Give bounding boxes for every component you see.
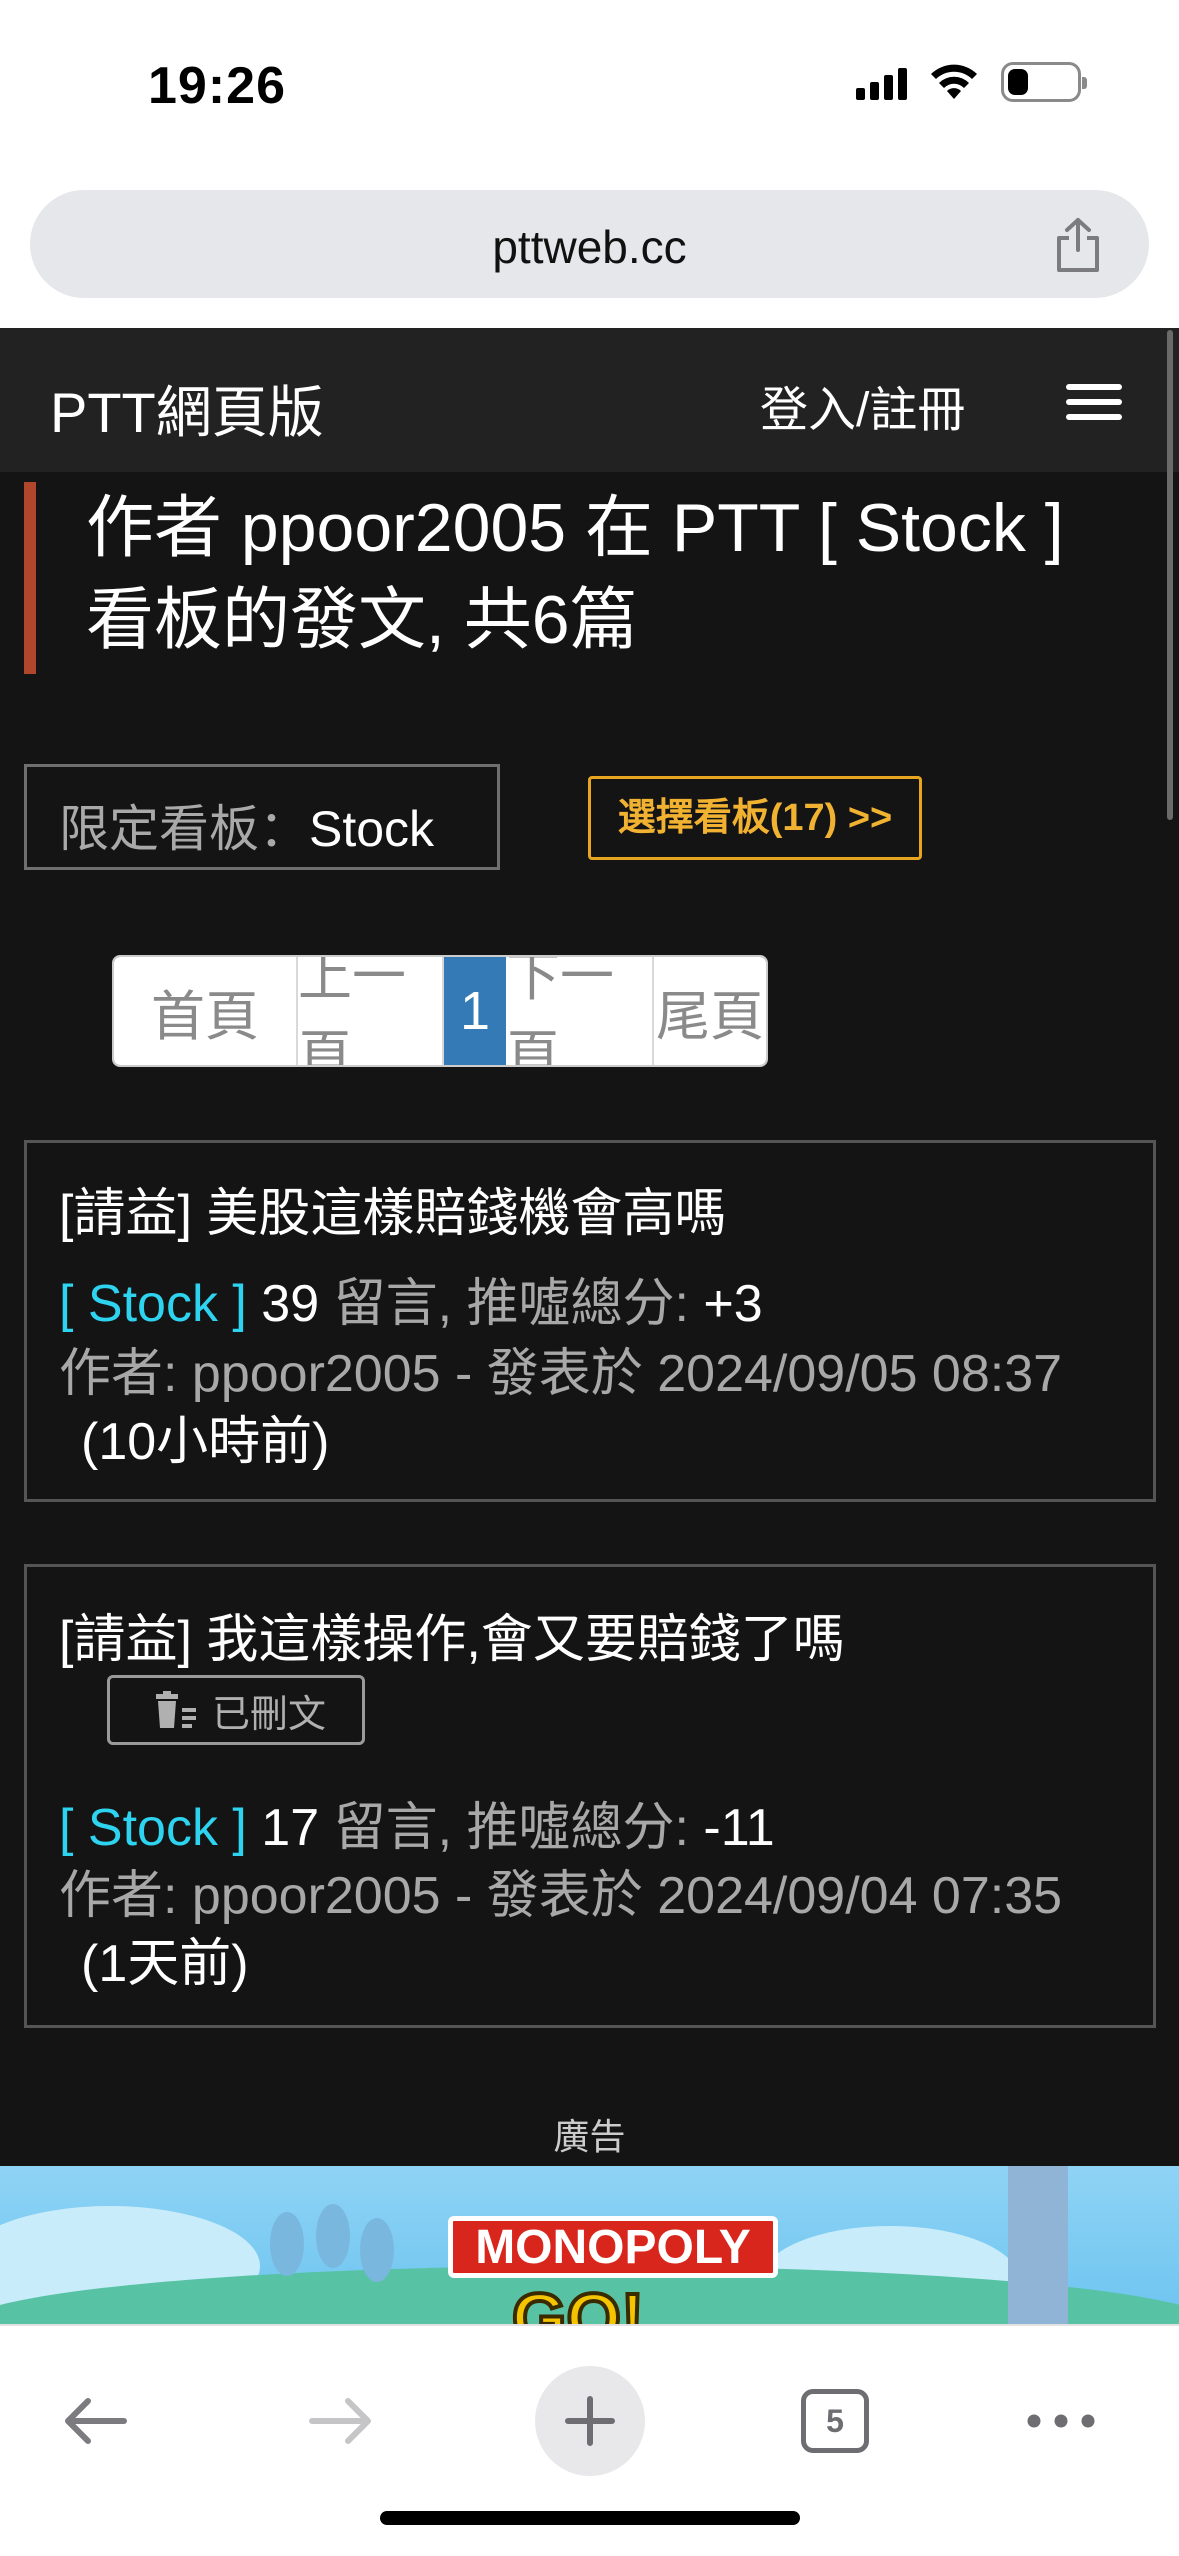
back-arrow-icon <box>65 2398 127 2444</box>
battery-level <box>1008 69 1028 95</box>
url-text: pttweb.cc <box>492 221 687 273</box>
board-tag[interactable]: [ Stock ] <box>59 1275 247 1333</box>
login-register-link[interactable]: 登入/註冊 <box>760 370 965 440</box>
last-page-button[interactable]: 尾頁 <box>654 957 766 1065</box>
post-author-line: 作者: ppoor2005 - 發表於 2024/09/04 07:35 <box>59 1867 1063 1925</box>
board-tag[interactable]: [ Stock ] <box>59 1799 247 1857</box>
ad-label: 廣告 <box>553 2116 626 2157</box>
prev-page-button[interactable]: 上一頁 <box>298 957 444 1065</box>
post-title[interactable]: [請益] 我這樣操作,會又要賠錢了嗎 <box>59 1597 845 1672</box>
post-stats-label: 留言, 推噓總分: <box>319 1275 704 1333</box>
ad-banner[interactable]: MONOPOLY GO! <box>0 2166 1179 2324</box>
ad-tree <box>360 2218 394 2282</box>
ad-pillar <box>1008 2166 1068 2324</box>
deleted-label: 已刪文 <box>212 1693 327 1736</box>
forward-arrow-icon <box>309 2398 371 2444</box>
more-icon <box>1027 2414 1095 2428</box>
address-bar-area: pttweb.cc <box>0 170 1179 328</box>
ad-logo: MONOPOLY <box>448 2216 778 2278</box>
post-card[interactable]: [請益] 美股這樣賠錢機會高嗎 [ Stock ] 39 留言, 推噓總分: +… <box>24 1140 1156 1502</box>
ad-logo-sub: GO! <box>510 2277 646 2324</box>
web-page: PTT網頁版 登入/註冊 作者 ppoor2005 在 PTT [ Stock … <box>0 328 1179 2324</box>
page-heading: 作者 ppoor2005 在 PTT [ Stock ] 看板的發文, 共6篇 <box>24 482 1144 674</box>
post-stats-label: 留言, 推噓總分: <box>319 1799 704 1857</box>
plus-icon <box>565 2396 615 2446</box>
new-tab-button[interactable] <box>535 2366 645 2476</box>
back-button[interactable] <box>40 2366 150 2476</box>
post-meta: [ Stock ] 17 留言, 推噓總分: -11 <box>59 1785 775 1860</box>
address-bar[interactable]: pttweb.cc <box>30 190 1149 298</box>
ad-tree <box>270 2212 304 2276</box>
home-indicator <box>380 2511 800 2525</box>
board-filter-value: Stock <box>309 801 435 857</box>
battery-icon <box>1001 62 1087 102</box>
select-board-button[interactable]: 選擇看板(17) >> <box>588 776 922 860</box>
post-title[interactable]: [請益] 美股這樣賠錢機會高嗎 <box>59 1171 726 1246</box>
hamburger-menu-icon[interactable] <box>1066 384 1122 420</box>
post-author-line: 作者: ppoor2005 - 發表於 2024/09/05 08:37 <box>59 1345 1063 1403</box>
next-page-button[interactable]: 下一頁 <box>506 957 654 1065</box>
share-icon[interactable] <box>1051 216 1105 274</box>
page-scrollbar[interactable] <box>1167 330 1173 820</box>
more-button[interactable] <box>1006 2366 1116 2476</box>
pagination: 首頁 上一頁 1 下一頁 尾頁 <box>112 955 768 1067</box>
deleted-badge: 已刪文 <box>107 1675 365 1745</box>
status-time: 19:26 <box>148 57 286 115</box>
board-filter-label: 限定看板： <box>59 801 309 857</box>
tabs-button[interactable]: 5 <box>780 2366 890 2476</box>
comment-count: 39 <box>261 1275 320 1333</box>
post-card[interactable]: [請益] 我這樣操作,會又要賠錢了嗎 已刪文 [ Stock ] 17 留言, … <box>24 1564 1156 2028</box>
comment-count: 17 <box>261 1799 320 1857</box>
post-time-ago: (1天前) <box>81 1935 249 1993</box>
forward-button[interactable] <box>286 2366 396 2476</box>
wifi-icon <box>931 64 977 99</box>
ad-tree <box>316 2204 350 2268</box>
post-meta: [ Stock ] 39 留言, 推噓總分: +3 <box>59 1261 763 1336</box>
heading-line-2: 看板的發文, 共6篇 <box>86 582 638 658</box>
site-title[interactable]: PTT網頁版 <box>50 368 324 449</box>
trash-icon <box>156 1691 196 1728</box>
heading-line-1: 作者 ppoor2005 在 PTT [ Stock ] <box>86 490 1064 566</box>
post-time-ago: (10小時前) <box>81 1413 330 1471</box>
board-filter: 限定看板：Stock <box>24 764 500 870</box>
status-bar: 19:26 <box>0 0 1179 170</box>
site-header: PTT網頁版 登入/註冊 <box>0 328 1179 472</box>
status-icons <box>856 62 1087 102</box>
signal-icon <box>856 64 907 100</box>
post-score: +3 <box>703 1275 763 1333</box>
current-page-button[interactable]: 1 <box>444 957 506 1065</box>
post-score: -11 <box>703 1799 775 1857</box>
first-page-button[interactable]: 首頁 <box>114 957 298 1065</box>
tabs-icon: 5 <box>801 2389 869 2453</box>
